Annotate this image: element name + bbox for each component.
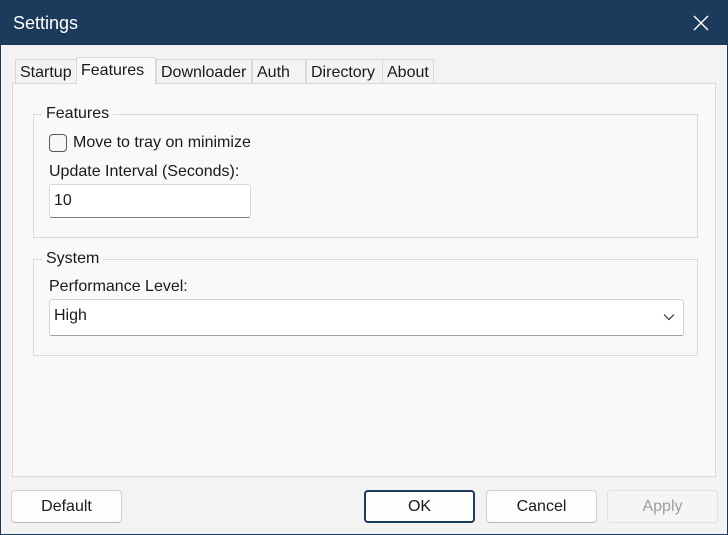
default-button[interactable]: Default bbox=[11, 490, 122, 523]
ok-button[interactable]: OK bbox=[364, 490, 475, 523]
apply-button: Apply bbox=[607, 490, 718, 523]
chevron-down-icon bbox=[663, 314, 675, 321]
features-tab-panel: Features Move to tray on minimize Update… bbox=[12, 83, 716, 477]
features-group: Features Move to tray on minimize Update… bbox=[33, 104, 698, 238]
cancel-button[interactable]: Cancel bbox=[486, 490, 597, 523]
tab-label: Features bbox=[81, 62, 145, 79]
tab-auth[interactable]: Auth bbox=[252, 59, 306, 84]
settings-window: Settings Startup Features Downloader Aut… bbox=[0, 0, 728, 535]
tab-directory[interactable]: Directory bbox=[306, 59, 383, 84]
window-title: Settings bbox=[13, 13, 79, 33]
title-bar[interactable]: Settings bbox=[1, 1, 727, 45]
system-group: System Performance Level: High bbox=[33, 249, 698, 356]
tab-label: About bbox=[387, 64, 429, 81]
tray-checkbox[interactable] bbox=[49, 134, 67, 152]
tab-label: Auth bbox=[257, 64, 290, 81]
close-icon bbox=[693, 15, 709, 31]
tab-label: Startup bbox=[20, 64, 72, 81]
tab-about[interactable]: About bbox=[382, 59, 434, 84]
tab-label: Downloader bbox=[161, 64, 247, 81]
update-interval-label: Update Interval (Seconds): bbox=[49, 163, 240, 180]
tab-startup[interactable]: Startup bbox=[15, 59, 77, 84]
system-group-title: System bbox=[42, 249, 104, 269]
performance-level-value: High bbox=[54, 307, 87, 324]
performance-level-label: Performance Level: bbox=[49, 278, 188, 295]
tab-downloader[interactable]: Downloader bbox=[156, 59, 252, 84]
update-interval-input[interactable] bbox=[49, 184, 251, 218]
tray-checkbox-label: Move to tray on minimize bbox=[73, 134, 251, 151]
features-group-title: Features bbox=[42, 104, 114, 124]
tab-features[interactable]: Features bbox=[76, 57, 156, 85]
close-button[interactable] bbox=[675, 1, 727, 45]
performance-level-select[interactable]: High bbox=[49, 299, 684, 336]
tray-checkbox-row[interactable]: Move to tray on minimize bbox=[49, 133, 251, 153]
tab-label: Directory bbox=[311, 64, 376, 81]
